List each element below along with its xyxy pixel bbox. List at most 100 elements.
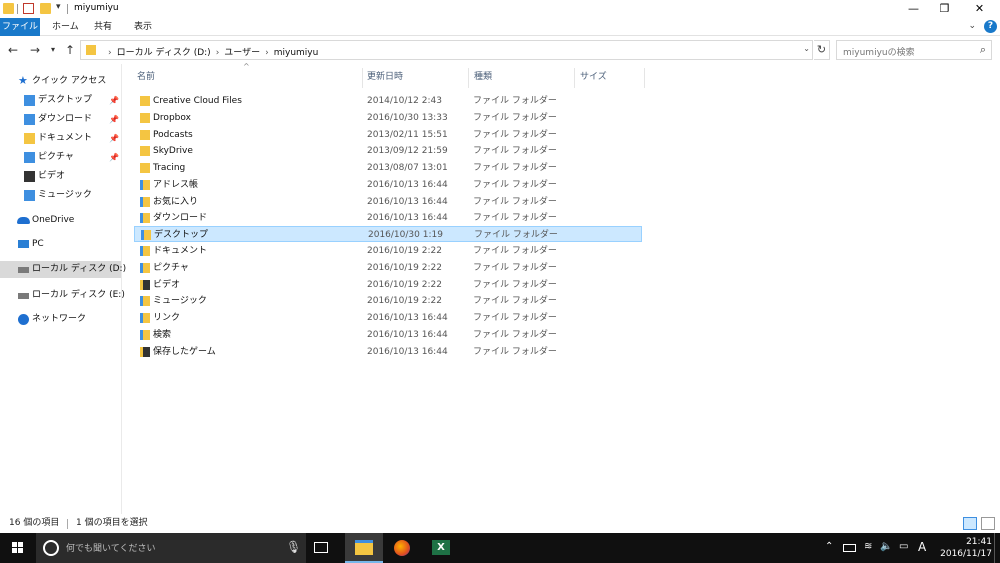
sidebar-item-drive-e[interactable]: ローカル ディスク (E:) xyxy=(0,287,125,304)
file-name: リンク xyxy=(153,313,181,323)
pin-icon[interactable]: 📌 xyxy=(109,111,119,128)
breadcrumb-drive[interactable]: ローカル ディスク (D:) xyxy=(117,48,211,58)
show-desktop-button[interactable] xyxy=(994,533,1000,563)
column-header-type[interactable]: 種類 xyxy=(474,67,492,87)
column-divider[interactable] xyxy=(362,68,363,88)
sidebar-item-quick-access[interactable]: ★ クイック アクセス xyxy=(0,73,121,90)
sidebar-item-label: OneDrive xyxy=(32,215,75,225)
volume-icon[interactable]: 🔈 xyxy=(880,541,892,552)
sidebar-item-pictures[interactable]: ピクチャ 📌 xyxy=(0,149,121,166)
taskbar-excel[interactable]: X xyxy=(422,533,460,563)
documents-folder-icon xyxy=(140,246,150,256)
sidebar-item-downloads[interactable]: ダウンロード 📌 xyxy=(0,111,121,128)
table-row[interactable]: Tracing 2013/08/07 13:01 ファイル フォルダー xyxy=(134,160,642,176)
recent-locations-icon[interactable]: ▾ xyxy=(45,42,61,58)
tab-home[interactable]: ホーム xyxy=(44,18,87,36)
breadcrumb-user[interactable]: miyumiyu xyxy=(274,48,319,58)
table-row[interactable]: お気に入り 2016/10/13 16:44 ファイル フォルダー xyxy=(134,194,642,210)
help-icon[interactable]: ? xyxy=(984,20,997,33)
clock[interactable]: 21:41 2016/11/17 xyxy=(940,536,992,560)
file-date: 2016/10/19 2:22 xyxy=(367,246,442,256)
large-icons-view-icon[interactable] xyxy=(981,517,995,530)
firefox-icon xyxy=(394,540,410,556)
column-divider[interactable] xyxy=(468,68,469,88)
task-view-icon[interactable] xyxy=(314,542,328,553)
wifi-icon[interactable]: ≋ xyxy=(864,541,872,552)
sidebar-item-music[interactable]: ミュージック xyxy=(0,187,121,204)
search-input[interactable]: miyumiyuの検索 ⌕ xyxy=(836,40,992,60)
drive-icon xyxy=(18,267,29,273)
pin-icon[interactable]: 📌 xyxy=(109,149,119,166)
table-row-selected[interactable]: デスクトップ 2016/10/30 1:19 ファイル フォルダー xyxy=(134,226,642,242)
table-row[interactable]: ダウンロード 2016/10/13 16:44 ファイル フォルダー xyxy=(134,210,642,226)
videos-folder-icon xyxy=(140,280,150,290)
column-header-size[interactable]: サイズ xyxy=(580,67,607,87)
show-hidden-icons-chevron-icon[interactable]: ⌃ xyxy=(825,541,833,552)
sidebar-item-network[interactable]: ネットワーク xyxy=(0,311,121,328)
file-type: ファイル フォルダー xyxy=(473,296,557,306)
new-folder-icon[interactable] xyxy=(40,3,51,14)
close-button[interactable]: ✕ xyxy=(962,0,997,18)
up-button[interactable]: ↑ xyxy=(62,42,78,58)
quick-access-dropdown-icon[interactable]: ▾ xyxy=(56,2,61,12)
table-row[interactable]: Podcasts 2013/02/11 15:51 ファイル フォルダー xyxy=(134,127,642,143)
action-center-icon[interactable]: ▭ xyxy=(899,541,908,552)
file-name: お気に入り xyxy=(153,197,199,207)
restore-button[interactable]: ❐ xyxy=(927,0,962,18)
column-divider[interactable] xyxy=(644,68,645,88)
properties-icon[interactable] xyxy=(23,3,34,14)
table-row[interactable]: ピクチャ 2016/10/19 2:22 ファイル フォルダー xyxy=(134,260,642,276)
sidebar-item-drive-d[interactable]: ローカル ディスク (D:) xyxy=(0,261,126,278)
sidebar-item-documents[interactable]: ドキュメント 📌 xyxy=(0,130,121,147)
sidebar-item-pc[interactable]: PC xyxy=(0,236,121,253)
ime-indicator[interactable]: A xyxy=(918,540,926,554)
table-row[interactable]: アドレス帳 2016/10/13 16:44 ファイル フォルダー xyxy=(134,177,642,193)
start-button[interactable] xyxy=(0,533,36,563)
table-row[interactable]: 保存したゲーム 2016/10/13 16:44 ファイル フォルダー xyxy=(134,344,642,360)
breadcrumb-users[interactable]: ユーザー xyxy=(224,48,260,58)
forward-button[interactable]: → xyxy=(27,42,43,58)
table-row[interactable]: ドキュメント 2016/10/19 2:22 ファイル フォルダー xyxy=(134,243,642,259)
taskbar-explorer[interactable] xyxy=(345,533,383,563)
table-row[interactable]: ミュージック 2016/10/19 2:22 ファイル フォルダー xyxy=(134,293,642,309)
column-header-date[interactable]: 更新日時 xyxy=(367,67,403,87)
table-row[interactable]: ビデオ 2016/10/19 2:22 ファイル フォルダー xyxy=(134,277,642,293)
expand-ribbon-icon[interactable]: ⌄ xyxy=(968,21,976,31)
pin-icon[interactable]: 📌 xyxy=(109,130,119,147)
selection-count: 1 個の項目を選択 xyxy=(76,518,148,528)
folder-icon xyxy=(140,113,150,123)
address-bar[interactable]: › ローカル ディスク (D:) › ユーザー › miyumiyu ⌄ xyxy=(80,40,813,60)
sidebar-item-desktop[interactable]: デスクトップ 📌 xyxy=(0,92,121,109)
table-row[interactable]: SkyDrive 2013/09/12 21:59 ファイル フォルダー xyxy=(134,143,642,159)
column-divider[interactable] xyxy=(574,68,575,88)
table-row[interactable]: Creative Cloud Files 2014/10/12 2:43 ファイ… xyxy=(134,93,642,109)
minimize-button[interactable]: — xyxy=(896,0,931,18)
tab-file[interactable]: ファイル xyxy=(0,18,40,36)
file-date: 2016/10/30 1:19 xyxy=(368,230,443,240)
file-name: 検索 xyxy=(153,330,172,340)
file-type: ファイル フォルダー xyxy=(473,280,557,290)
chevron-down-icon[interactable]: ⌄ xyxy=(803,44,810,53)
table-row[interactable]: Dropbox 2016/10/30 13:33 ファイル フォルダー xyxy=(134,110,642,126)
file-date: 2016/10/13 16:44 xyxy=(367,330,448,340)
cortana-search-input[interactable]: 何でも聞いてください 🎙 xyxy=(36,533,306,563)
table-row[interactable]: リンク 2016/10/13 16:44 ファイル フォルダー xyxy=(134,310,642,326)
microphone-icon[interactable]: 🎙 xyxy=(286,540,301,554)
tab-share[interactable]: 共有 xyxy=(86,18,120,36)
tab-view[interactable]: 表示 xyxy=(126,18,160,36)
battery-icon[interactable] xyxy=(843,544,856,552)
file-date: 2014/10/12 2:43 xyxy=(367,96,442,106)
back-button[interactable]: ← xyxy=(5,42,21,58)
details-view-icon[interactable] xyxy=(963,517,977,530)
pin-icon[interactable]: 📌 xyxy=(109,92,119,109)
sidebar-item-onedrive[interactable]: OneDrive xyxy=(0,212,121,229)
table-row[interactable]: 検索 2016/10/13 16:44 ファイル フォルダー xyxy=(134,327,642,343)
column-header-name[interactable]: 名前 xyxy=(137,67,155,87)
taskbar-firefox[interactable] xyxy=(383,533,421,563)
refresh-button[interactable]: ↻ xyxy=(814,40,830,60)
search-placeholder: miyumiyuの検索 xyxy=(843,48,915,58)
folder-icon xyxy=(140,96,150,106)
sidebar-item-videos[interactable]: ビデオ xyxy=(0,168,121,185)
desktop-folder-icon xyxy=(141,230,151,240)
divider xyxy=(67,4,68,14)
